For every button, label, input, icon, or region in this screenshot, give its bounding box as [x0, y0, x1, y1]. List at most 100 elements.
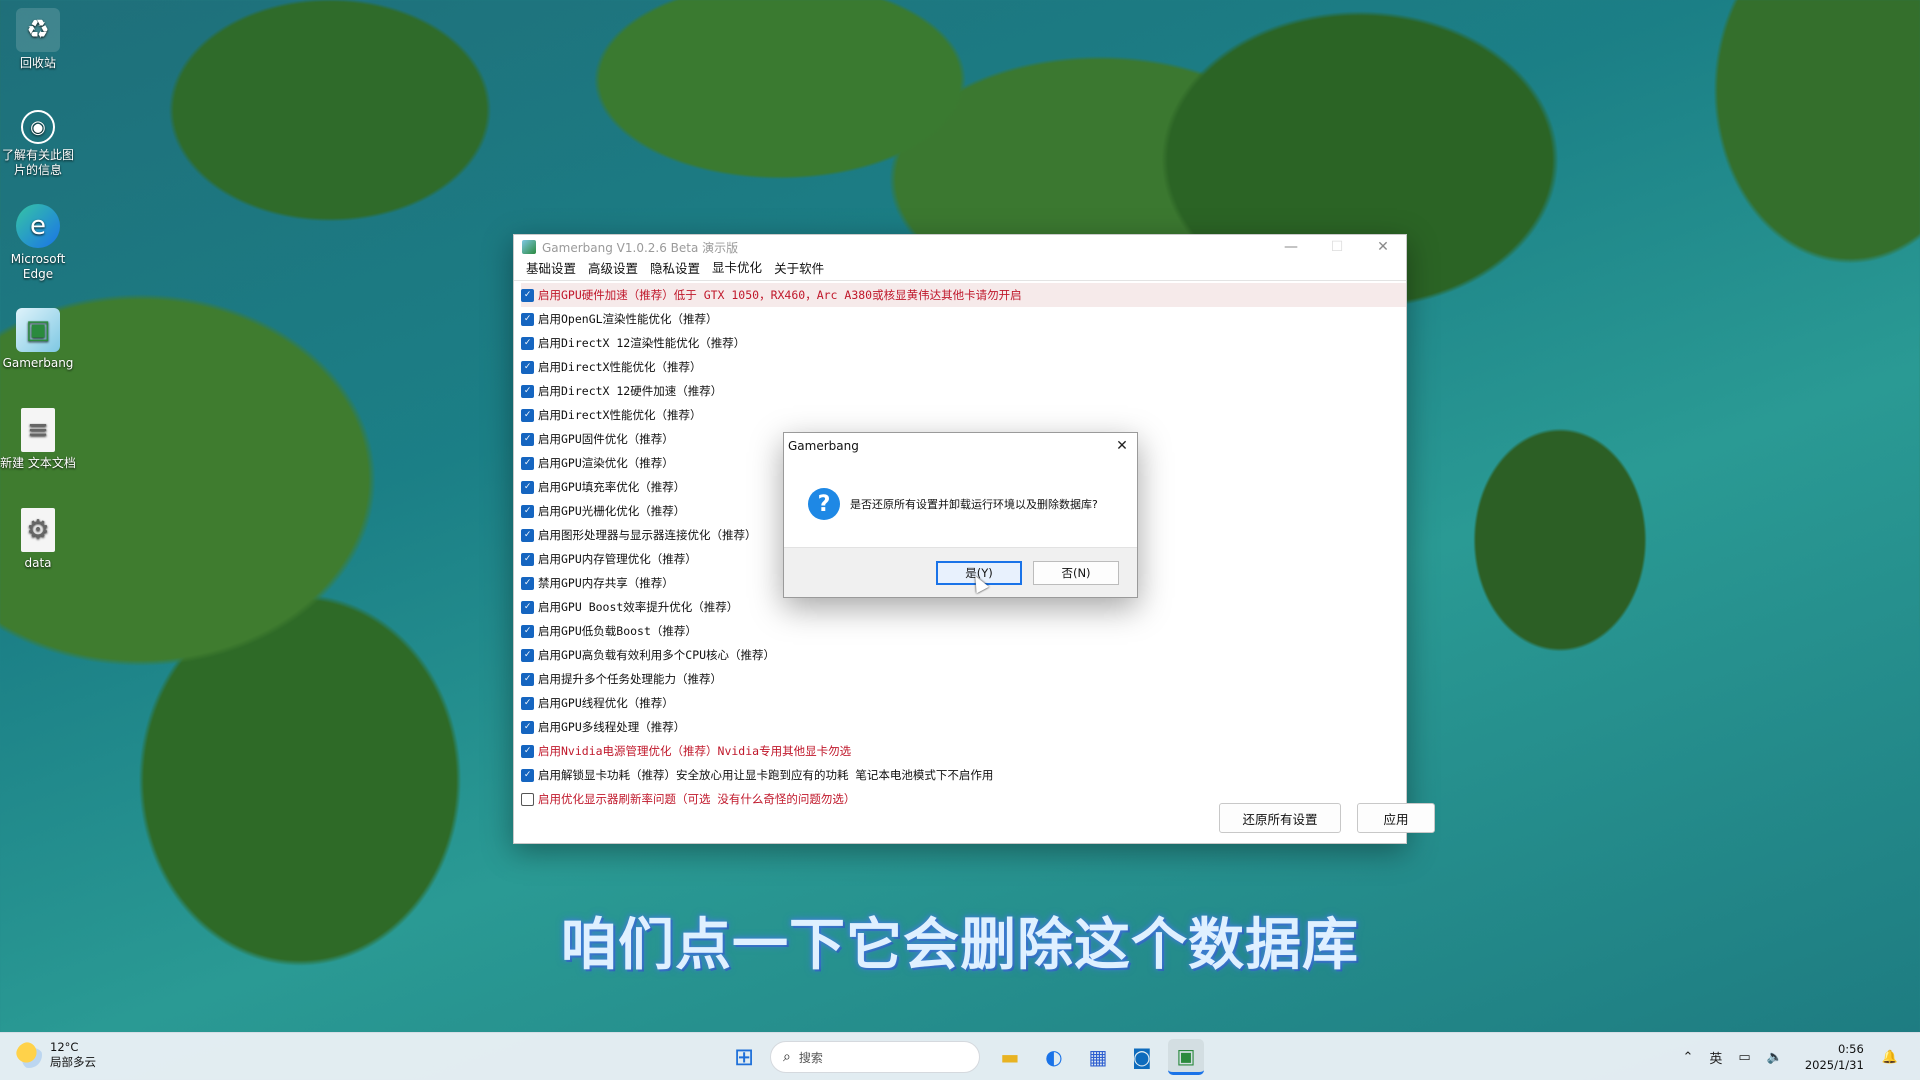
dialog-title: Gamerbang	[788, 439, 859, 453]
gpu-option-label: 启用GPU渲染优化（推荐）	[538, 456, 674, 470]
gpu-option-label: 启用GPU Boost效率提升优化（推荐）	[538, 600, 739, 614]
gpu-option-label: 启用OpenGL渲染性能优化（推荐）	[538, 312, 718, 326]
notification-bell-icon[interactable]: 🔔	[1882, 1050, 1898, 1065]
gpu-option-row[interactable]: ✓ 启用DirectX性能优化（推荐）	[521, 403, 1406, 427]
video-subtitle: 咱们点一下它会删除这个数据库	[561, 913, 1359, 978]
edge-icon[interactable]: ◐	[1036, 1039, 1072, 1075]
chevron-up-icon[interactable]: ⌃	[1682, 1050, 1693, 1065]
desktop-icon-text-document[interactable]: ≡ 新建 文本文档	[0, 408, 76, 471]
maximize-button[interactable]: ☐	[1314, 235, 1360, 259]
close-button[interactable]: ✕	[1360, 235, 1406, 259]
desktop-icon-image-info[interactable]: ◉ 了解有关此图片的信息	[0, 110, 76, 178]
desktop-icon-label: 了解有关此图片的信息	[1, 148, 74, 177]
store-icon[interactable]: ▦	[1080, 1039, 1116, 1075]
gpu-option-label: 启用DirectX性能优化（推荐）	[538, 408, 702, 422]
checkbox-checked[interactable]: ✓	[521, 552, 534, 566]
text-document-icon: ≡	[21, 408, 55, 452]
tab-about[interactable]: 关于软件	[768, 258, 830, 280]
gpu-option-row[interactable]: ✓ 启用提升多个任务处理能力（推荐）	[521, 667, 1406, 691]
tab-gpu-optimization[interactable]: 显卡优化	[706, 257, 768, 280]
search-icon: ⌕	[783, 1049, 791, 1065]
gpu-option-row[interactable]: ✓ 启用GPU多线程处理（推荐）	[521, 715, 1406, 739]
clock[interactable]: 0:56 2025/1/31	[1805, 1041, 1864, 1073]
checkbox-checked[interactable]: ✓	[521, 480, 534, 494]
checkbox-checked[interactable]: ✓	[521, 696, 534, 710]
volume-icon[interactable]: 🔈	[1767, 1050, 1783, 1065]
gpu-option-label: 启用GPU线程优化（推荐）	[538, 696, 674, 710]
checkbox-checked[interactable]: ✓	[521, 384, 534, 398]
weather-temperature: 12°C	[50, 1040, 79, 1054]
restore-all-button[interactable]: 还原所有设置	[1219, 803, 1341, 833]
outlook-icon[interactable]: ◙	[1124, 1039, 1160, 1075]
desktop-icon-gamerbang[interactable]: ▣ Gamerbang	[0, 308, 76, 371]
checkbox-checked[interactable]: ✓	[521, 768, 534, 782]
ime-indicator[interactable]: 英	[1709, 1048, 1722, 1067]
gpu-option-row[interactable]: ✓ 启用DirectX 12渲染性能优化（推荐）	[521, 331, 1406, 355]
checkbox-checked[interactable]: ✓	[521, 624, 534, 638]
dialog-titlebar[interactable]: Gamerbang ✕	[784, 433, 1137, 459]
camera-info-icon: ◉	[21, 110, 55, 144]
desktop-icon-label: data	[24, 556, 52, 570]
edge-icon: e	[16, 204, 60, 248]
checkbox-checked[interactable]: ✓	[521, 672, 534, 686]
confirm-dialog: Gamerbang ✕ ? 是否还原所有设置并卸载运行环境以及删除数据库? 是(…	[783, 432, 1138, 598]
desktop-icon-recycle-bin[interactable]: ♻ 回收站	[0, 8, 76, 71]
checkbox-unchecked[interactable]	[521, 792, 534, 806]
desktop-icon-edge[interactable]: e Microsoft Edge	[0, 204, 76, 282]
gpu-option-row[interactable]: ✓ 启用GPU线程优化（推荐）	[521, 691, 1406, 715]
checkbox-checked[interactable]: ✓	[521, 744, 534, 758]
file-explorer-icon[interactable]: ▬	[992, 1039, 1028, 1075]
desktop-icon-data[interactable]: ⚙ data	[0, 508, 76, 571]
gpu-option-row[interactable]: ✓ 启用DirectX 12硬件加速（推荐）	[521, 379, 1406, 403]
taskbar-search[interactable]: ⌕ 搜索	[770, 1041, 980, 1073]
checkbox-checked[interactable]: ✓	[521, 720, 534, 734]
desktop-icon-label: Gamerbang	[2, 356, 74, 370]
gpu-option-label: 启用GPU高负载有效利用多个CPU核心（推荐）	[538, 648, 776, 662]
minimize-button[interactable]: —	[1268, 235, 1314, 259]
gamerbang-app-icon: ▣	[16, 308, 60, 352]
gpu-option-label: 启用优化显示器刷新率问题（可选 没有什么奇怪的问题勿选）	[538, 792, 856, 806]
gpu-option-row[interactable]: ✓ 启用GPU高负载有效利用多个CPU核心（推荐）	[521, 643, 1406, 667]
gpu-option-label: 启用GPU光栅化优化（推荐）	[538, 504, 686, 518]
checkbox-checked[interactable]: ✓	[521, 360, 534, 374]
dialog-close-button[interactable]: ✕	[1107, 438, 1137, 454]
weather-description: 局部多云	[50, 1055, 96, 1069]
gpu-option-row[interactable]: ✓ 启用GPU低负载Boost（推荐）	[521, 619, 1406, 643]
desktop-icon-label: 新建 文本文档	[0, 456, 76, 470]
gpu-option-row[interactable]: ✓ 启用DirectX性能优化（推荐）	[521, 355, 1406, 379]
gamerbang-taskbar-icon[interactable]: ▣	[1168, 1039, 1204, 1075]
gpu-option-row[interactable]: ✓ 启用GPU硬件加速（推荐）低于 GTX 1050，RX460，Arc A380…	[521, 283, 1406, 307]
partly-cloudy-icon	[16, 1042, 42, 1068]
checkbox-checked[interactable]: ✓	[521, 312, 534, 326]
apply-button[interactable]: 应用	[1357, 803, 1435, 833]
gpu-option-label: 启用GPU硬件加速（推荐）低于 GTX 1050，RX460，Arc A380或…	[538, 288, 1022, 302]
checkbox-checked[interactable]: ✓	[521, 504, 534, 518]
gpu-option-label: 禁用GPU内存共享（推荐）	[538, 576, 674, 590]
checkbox-checked[interactable]: ✓	[521, 528, 534, 542]
tab-privacy-settings[interactable]: 隐私设置	[644, 258, 706, 280]
tab-advanced-settings[interactable]: 高级设置	[582, 258, 644, 280]
gpu-option-row[interactable]: ✓ 启用Nvidia电源管理优化（推荐）Nvidia专用其他显卡勿选	[521, 739, 1406, 763]
checkbox-checked[interactable]: ✓	[521, 288, 534, 302]
checkbox-checked[interactable]: ✓	[521, 456, 534, 470]
checkbox-checked[interactable]: ✓	[521, 648, 534, 662]
start-button[interactable]: ⊞	[726, 1039, 762, 1075]
no-button[interactable]: 否(N)	[1033, 561, 1119, 585]
gpu-option-label: 启用解锁显卡功耗（推荐）安全放心用让显卡跑到应有的功耗 笔记本电池模式下不启作用	[538, 768, 994, 782]
checkbox-checked[interactable]: ✓	[521, 600, 534, 614]
window-titlebar[interactable]: Gamerbang V1.0.2.6 Beta 演示版 — ☐ ✕	[514, 235, 1406, 259]
gpu-option-label: 启用Nvidia电源管理优化（推荐）Nvidia专用其他显卡勿选	[538, 744, 852, 758]
gpu-option-label: 启用DirectX性能优化（推荐）	[538, 360, 702, 374]
clock-date: 2025/1/31	[1804, 1058, 1864, 1072]
checkbox-checked[interactable]: ✓	[521, 408, 534, 422]
gpu-option-row[interactable]: ✓ 启用OpenGL渲染性能优化（推荐）	[521, 307, 1406, 331]
checkbox-checked[interactable]: ✓	[521, 336, 534, 350]
checkbox-checked[interactable]: ✓	[521, 432, 534, 446]
weather-widget[interactable]: 12°C 局部多云	[16, 1040, 96, 1070]
checkbox-checked[interactable]: ✓	[521, 576, 534, 590]
tab-basic-settings[interactable]: 基础设置	[520, 258, 582, 280]
recycle-bin-icon: ♻	[16, 8, 60, 52]
network-icon[interactable]: ▭	[1738, 1050, 1750, 1065]
gpu-option-row[interactable]: ✓ 启用解锁显卡功耗（推荐）安全放心用让显卡跑到应有的功耗 笔记本电池模式下不启作…	[521, 763, 1406, 787]
gpu-option-row[interactable]: ✓ 启用GPU Boost效率提升优化（推荐）	[521, 595, 1406, 619]
